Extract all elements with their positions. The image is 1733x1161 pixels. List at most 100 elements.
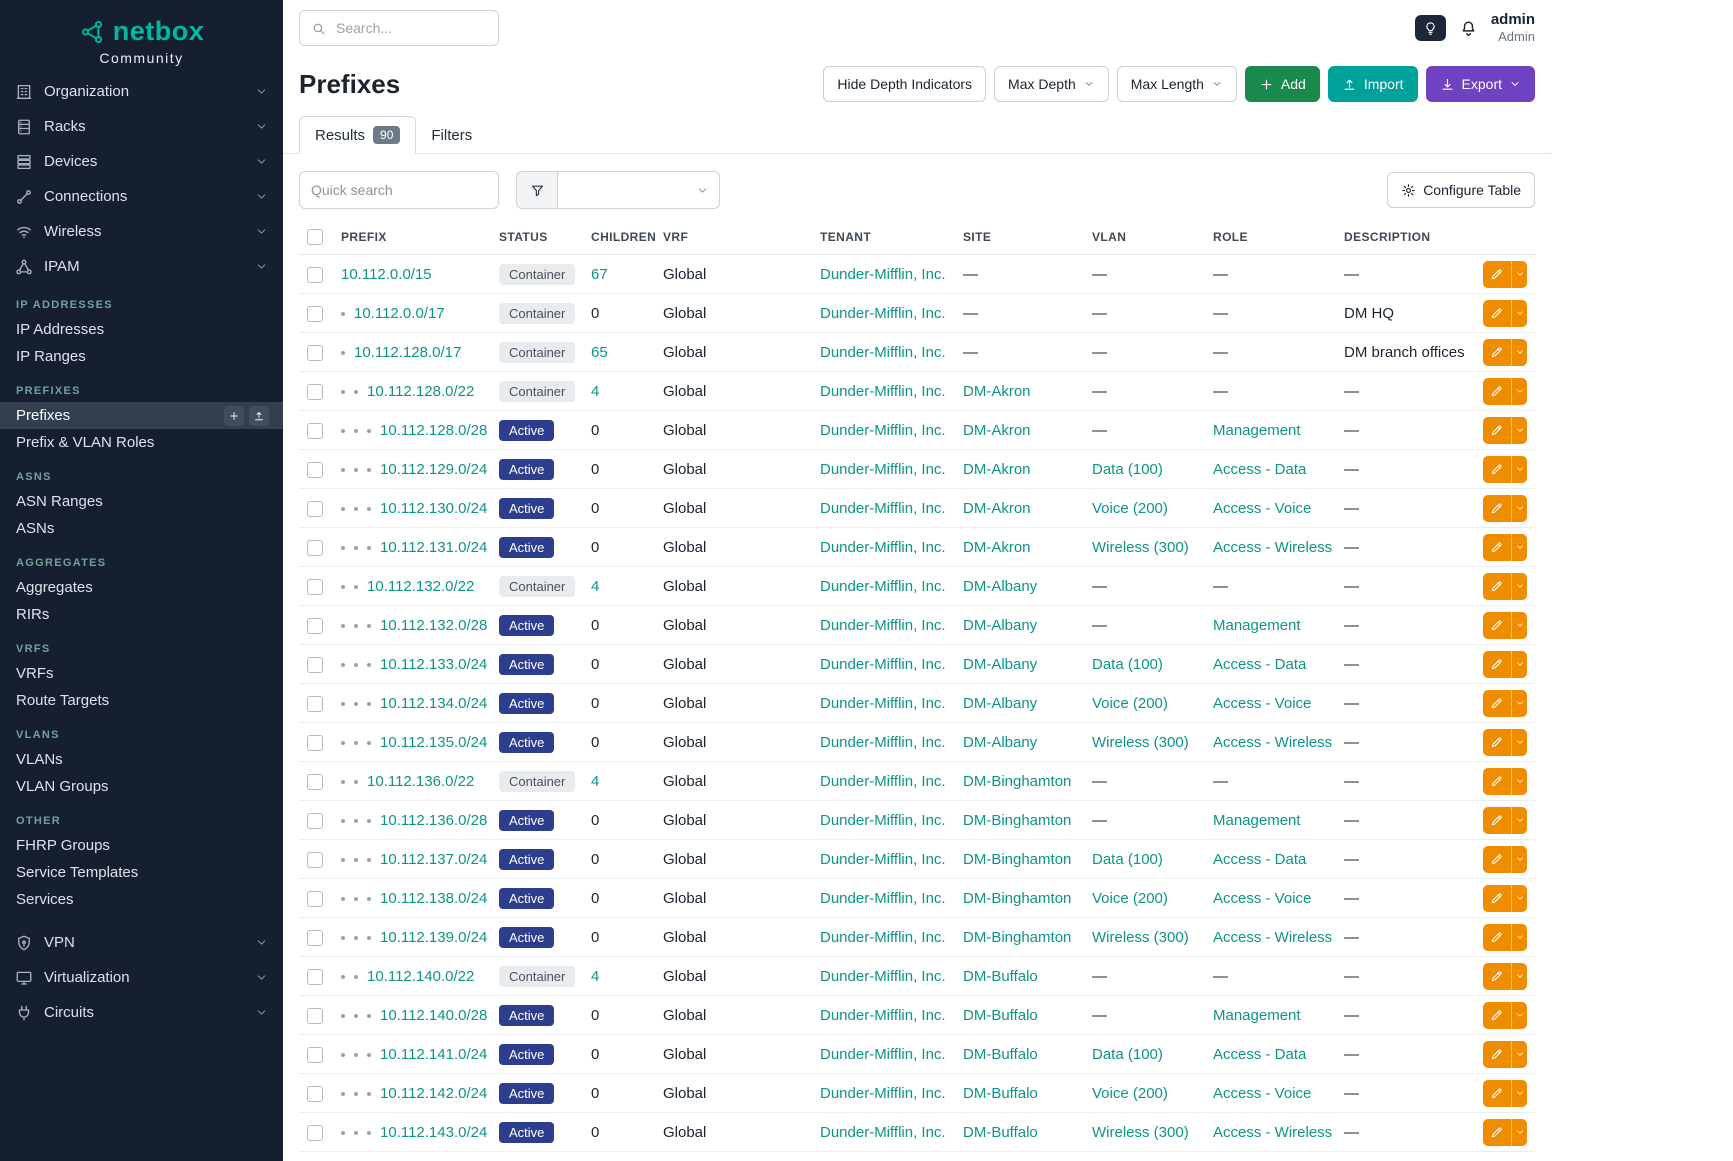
saved-filter-select[interactable] [558,171,720,209]
tenant-link[interactable]: Dunder-Mifflin, Inc. [820,1007,946,1024]
children-link[interactable]: 4 [591,773,599,790]
children-link[interactable]: 65 [591,344,608,361]
sidebar-item-ip-addresses[interactable]: IP Addresses [0,316,283,343]
role-link[interactable]: Access - Voice [1213,695,1311,712]
role-link[interactable]: Access - Wireless [1213,734,1332,751]
sidebar-item-aggregates[interactable]: Aggregates [0,574,283,601]
site-link[interactable]: DM-Albany [963,656,1037,673]
column-header-tenant[interactable]: TENANT [812,220,955,255]
quick-search-input[interactable] [299,171,499,209]
tenant-link[interactable]: Dunder-Mifflin, Inc. [820,500,946,517]
sidebar-item-vpn[interactable]: VPN [0,925,283,960]
edit-dropdown-caret[interactable] [1511,963,1527,990]
sidebar-item-prefix-vlan-roles[interactable]: Prefix & VLAN Roles [0,429,283,456]
role-link[interactable]: Access - Wireless [1213,929,1332,946]
sidebar-item-organization[interactable]: Organization [0,74,283,109]
edit-button[interactable] [1483,417,1527,444]
role-link[interactable]: Access - Wireless [1213,539,1332,556]
role-link[interactable]: Access - Data [1213,656,1306,673]
prefix-link[interactable]: 10.112.136.0/22 [367,773,474,790]
role-link[interactable]: Access - Voice [1213,890,1311,907]
tenant-link[interactable]: Dunder-Mifflin, Inc. [820,968,946,985]
edit-dropdown-caret[interactable] [1511,924,1527,951]
edit-button[interactable] [1483,768,1527,795]
row-checkbox[interactable] [307,657,323,673]
row-checkbox[interactable] [307,813,323,829]
edit-button[interactable] [1483,495,1527,522]
vlan-link[interactable]: Voice (200) [1092,695,1168,712]
edit-dropdown-caret[interactable] [1511,495,1527,522]
tenant-link[interactable]: Dunder-Mifflin, Inc. [820,812,946,829]
site-link[interactable]: DM-Akron [963,422,1031,439]
prefix-link[interactable]: 10.112.0.0/15 [341,266,432,283]
edit-dropdown-caret[interactable] [1511,1002,1527,1029]
tenant-link[interactable]: Dunder-Mifflin, Inc. [820,1046,946,1063]
configure-table-button[interactable]: Configure Table [1387,172,1535,208]
vlan-link[interactable]: Voice (200) [1092,1085,1168,1102]
import-mini-button[interactable] [249,406,269,426]
sidebar-item-devices[interactable]: Devices [0,144,283,179]
sidebar-item-asns[interactable]: ASNs [0,515,283,542]
role-link[interactable]: Access - Wireless [1213,1124,1332,1141]
row-checkbox[interactable] [307,852,323,868]
edit-dropdown-caret[interactable] [1511,768,1527,795]
edit-dropdown-caret[interactable] [1511,339,1527,366]
prefix-link[interactable]: 10.112.141.0/24 [380,1046,487,1063]
global-search[interactable] [299,10,499,46]
hide-depth-indicators-button[interactable]: Hide Depth Indicators [823,66,986,102]
vlan-link[interactable]: Data (100) [1092,656,1163,673]
prefix-link[interactable]: 10.112.135.0/24 [380,734,487,751]
prefix-link[interactable]: 10.112.130.0/24 [380,500,487,517]
column-header-prefix[interactable]: PREFIX [333,220,491,255]
row-checkbox[interactable] [307,930,323,946]
site-link[interactable]: DM-Akron [963,539,1031,556]
edit-button[interactable] [1483,924,1527,951]
edit-button[interactable] [1483,339,1527,366]
add-mini-button[interactable] [224,406,244,426]
prefix-link[interactable]: 10.112.128.0/22 [367,383,474,400]
vlan-link[interactable]: Data (100) [1092,461,1163,478]
prefix-link[interactable]: 10.112.139.0/24 [380,929,487,946]
edit-button[interactable] [1483,1119,1527,1146]
edit-dropdown-caret[interactable] [1511,885,1527,912]
sidebar-item-services[interactable]: Services [0,886,283,913]
row-checkbox[interactable] [307,384,323,400]
site-link[interactable]: DM-Albany [963,734,1037,751]
edit-button[interactable] [1483,261,1527,288]
row-checkbox[interactable] [307,579,323,595]
site-link[interactable]: DM-Buffalo [963,1085,1038,1102]
row-checkbox[interactable] [307,423,323,439]
tenant-link[interactable]: Dunder-Mifflin, Inc. [820,695,946,712]
column-header-vrf[interactable]: VRF [655,220,812,255]
prefix-link[interactable]: 10.112.138.0/24 [380,890,487,907]
prefix-link[interactable]: 10.112.132.0/28 [380,617,487,634]
edit-button[interactable] [1483,534,1527,561]
tenant-link[interactable]: Dunder-Mifflin, Inc. [820,734,946,751]
sidebar-item-connections[interactable]: Connections [0,179,283,214]
site-link[interactable]: DM-Binghamton [963,890,1071,907]
site-link[interactable]: DM-Albany [963,617,1037,634]
tenant-link[interactable]: Dunder-Mifflin, Inc. [820,305,946,322]
edit-dropdown-caret[interactable] [1511,456,1527,483]
sidebar-item-virtualization[interactable]: Virtualization [0,960,283,995]
edit-button[interactable] [1483,378,1527,405]
filter-button[interactable] [516,171,558,209]
tenant-link[interactable]: Dunder-Mifflin, Inc. [820,539,946,556]
site-link[interactable]: DM-Albany [963,578,1037,595]
edit-dropdown-caret[interactable] [1511,261,1527,288]
vlan-link[interactable]: Data (100) [1092,851,1163,868]
children-link[interactable]: 4 [591,968,599,985]
edit-dropdown-caret[interactable] [1511,729,1527,756]
theme-toggle-button[interactable] [1415,15,1446,41]
global-search-input[interactable] [334,19,487,37]
tenant-link[interactable]: Dunder-Mifflin, Inc. [820,422,946,439]
column-header-description[interactable]: DESCRIPTION [1336,220,1477,255]
edit-button[interactable] [1483,612,1527,639]
column-header-vlan[interactable]: VLAN [1084,220,1205,255]
vlan-link[interactable]: Voice (200) [1092,500,1168,517]
prefix-link[interactable]: 10.112.136.0/28 [380,812,487,829]
row-checkbox[interactable] [307,462,323,478]
row-checkbox[interactable] [307,540,323,556]
site-link[interactable]: DM-Buffalo [963,1046,1038,1063]
notifications-button[interactable] [1459,19,1478,38]
